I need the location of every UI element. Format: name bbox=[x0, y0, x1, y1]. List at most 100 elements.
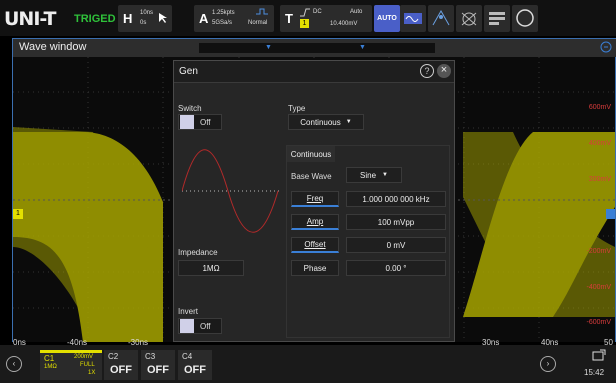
y-label: 600mV bbox=[588, 104, 611, 111]
chevron-left-icon[interactable]: ‹ bbox=[6, 356, 22, 372]
phase-label: Phase bbox=[303, 263, 327, 273]
pulse-icon bbox=[256, 8, 268, 15]
top-bar: UNI-T TRIGED H 10ns 0s A 1.25kpts 5GSa/s… bbox=[0, 0, 616, 36]
circle-icon[interactable] bbox=[512, 5, 538, 32]
switch-value: Off bbox=[200, 118, 211, 127]
trigger-settings-button[interactable]: T DC Auto 1 10.400mV bbox=[280, 5, 372, 32]
sine-preview-icon bbox=[182, 149, 282, 233]
dialog-header: Gen ? × bbox=[174, 61, 454, 83]
invert-toggle[interactable]: Off bbox=[178, 318, 222, 334]
type-label: Type bbox=[288, 104, 306, 113]
y-label: -600mV bbox=[586, 319, 611, 326]
amp-input[interactable]: 100 mVpp bbox=[346, 214, 446, 230]
edge-icon bbox=[300, 8, 310, 17]
h-scale: 10ns bbox=[140, 10, 154, 16]
clock: 15:42 bbox=[584, 368, 605, 377]
y-label: -200mV bbox=[586, 248, 611, 255]
type-value: Continuous bbox=[300, 117, 341, 127]
tab-label: Continuous bbox=[290, 149, 332, 159]
switch-checkbox bbox=[180, 115, 194, 129]
base-wave-value: Sine bbox=[360, 170, 377, 180]
brand-logo: UNI-T bbox=[4, 8, 56, 30]
invert-label: Invert bbox=[178, 307, 199, 316]
freq-value: 1.000 000 000 kHz bbox=[362, 194, 430, 204]
ch4-button[interactable]: C4 OFF bbox=[178, 350, 212, 380]
tab-continuous[interactable]: Continuous bbox=[287, 146, 335, 162]
c4-off: OFF bbox=[184, 364, 206, 376]
wave-window-titlebar: Wave window ▼ ▼ bbox=[13, 39, 616, 57]
ch1-button[interactable]: C1 200mV 1MΩ FULL 1X bbox=[40, 350, 102, 380]
c1-probe: 1X bbox=[88, 370, 96, 376]
ch3-button[interactable]: C3 OFF bbox=[141, 350, 175, 380]
impedance-label: Impedance bbox=[178, 248, 218, 257]
bottom-bar: ‹ C1 200mV 1MΩ FULL 1X C2 OFF C3 OFF C4 OFF… bbox=[0, 345, 616, 383]
a-mode: Normal bbox=[248, 20, 268, 26]
invert-checkbox bbox=[180, 319, 194, 333]
t-channel-badge: 1 bbox=[300, 19, 309, 28]
cursor-measure-icon[interactable] bbox=[428, 5, 454, 32]
amp-value: 100 mVpp bbox=[377, 217, 415, 227]
c3-label: C3 bbox=[145, 352, 156, 361]
h-position: 0s bbox=[140, 20, 147, 26]
menu-icon[interactable] bbox=[484, 5, 510, 32]
phase-value: 0.00 ° bbox=[385, 263, 407, 273]
gen-dialog: Gen ? × Switch Off Type Continuous ▼ Cont… bbox=[173, 60, 455, 342]
auto-button[interactable]: AUTO bbox=[374, 5, 400, 32]
c1-bandwidth: FULL bbox=[80, 362, 95, 368]
y-label: 400mV bbox=[588, 140, 611, 147]
amp-label: Amp bbox=[306, 217, 324, 226]
horizontal-settings-button[interactable]: H 10ns 0s bbox=[118, 5, 172, 32]
help-icon[interactable]: ? bbox=[420, 64, 434, 78]
c1-scale: 200mV bbox=[74, 354, 94, 360]
trigger-level-marker[interactable] bbox=[606, 209, 615, 219]
display-icon[interactable] bbox=[592, 349, 606, 361]
a-points: 1.25kpts bbox=[212, 10, 235, 16]
cursor-icon bbox=[159, 13, 167, 23]
math-icon[interactable] bbox=[456, 5, 482, 32]
offset-value: 0 mV bbox=[386, 240, 406, 250]
offset-input[interactable]: 0 mV bbox=[346, 237, 446, 253]
dialog-title: Gen bbox=[179, 66, 198, 77]
base-wave-dropdown[interactable]: Sine ▼ bbox=[346, 167, 402, 183]
c4-label: C4 bbox=[182, 352, 193, 361]
freq-button[interactable]: Freq bbox=[291, 191, 339, 207]
freq-input[interactable]: 1.000 000 000 kHz bbox=[346, 191, 446, 207]
type-dropdown[interactable]: Continuous ▼ bbox=[288, 114, 364, 130]
acquire-settings-button[interactable]: A 1.25kpts 5GSa/s Normal bbox=[194, 5, 274, 32]
freq-label: Freq bbox=[306, 194, 324, 203]
chevron-right-icon[interactable]: › bbox=[540, 356, 556, 372]
switch-toggle[interactable]: Off bbox=[178, 114, 222, 130]
c1-impedance: 1MΩ bbox=[44, 364, 57, 370]
c1-label: C1 bbox=[44, 354, 55, 363]
c3-off: OFF bbox=[147, 364, 169, 376]
t-coupling: DC bbox=[313, 9, 322, 15]
impedance-dropdown[interactable]: 1MΩ bbox=[178, 260, 244, 276]
offset-button[interactable]: Offset bbox=[291, 237, 339, 253]
amp-button[interactable]: Amp bbox=[291, 214, 339, 230]
t-level: 10.400mV bbox=[330, 21, 358, 27]
zoom-icon[interactable] bbox=[600, 41, 613, 54]
wave-window-title: Wave window bbox=[19, 41, 87, 53]
chevron-down-icon: ▼ bbox=[345, 119, 352, 125]
memory-position-bar[interactable]: ▼ ▼ bbox=[199, 43, 435, 53]
h-label: H bbox=[123, 11, 133, 26]
phase-button[interactable]: Phase bbox=[291, 260, 339, 276]
measure-icon[interactable] bbox=[400, 5, 426, 32]
c2-label: C2 bbox=[108, 352, 119, 361]
switch-label: Switch bbox=[178, 104, 202, 113]
offset-label: Offset bbox=[304, 240, 326, 249]
y-label: -400mV bbox=[586, 284, 611, 291]
y-label: 200mV bbox=[588, 176, 611, 183]
trigger-status: TRIGED bbox=[74, 13, 116, 25]
t-mode: Auto bbox=[350, 9, 363, 15]
ch2-button[interactable]: C2 OFF bbox=[104, 350, 138, 380]
base-wave-label: Base Wave bbox=[291, 172, 332, 181]
a-rate: 5GSa/s bbox=[212, 20, 233, 26]
impedance-value: 1MΩ bbox=[202, 263, 220, 273]
invert-value: Off bbox=[200, 322, 211, 331]
ch1-marker[interactable]: 1 bbox=[13, 209, 23, 219]
close-icon[interactable]: × bbox=[437, 64, 451, 78]
phase-input[interactable]: 0.00 ° bbox=[346, 260, 446, 276]
a-label: A bbox=[199, 11, 209, 26]
c2-off: OFF bbox=[110, 364, 132, 376]
